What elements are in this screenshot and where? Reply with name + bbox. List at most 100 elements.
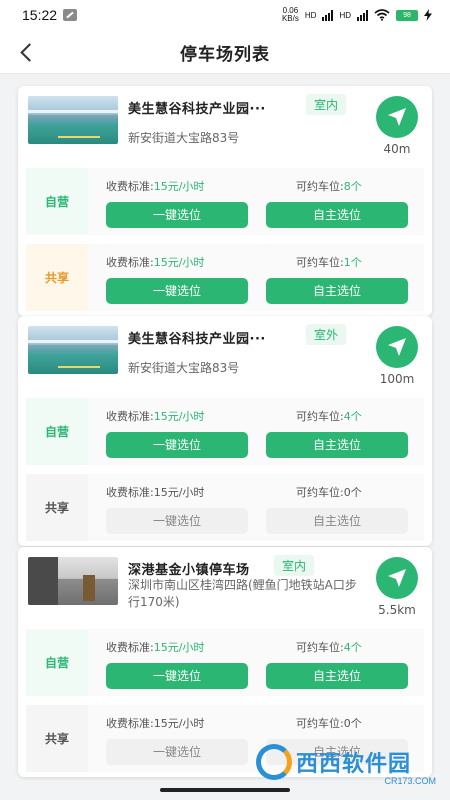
lot-address: 新安街道大宝路83号 <box>128 361 240 375</box>
lot-type-tag: 室外 <box>306 324 347 345</box>
wrench-icon <box>63 9 78 21</box>
availability-value: 0个 <box>343 717 362 730</box>
availability-value: 0个 <box>343 486 362 499</box>
wifi-icon <box>374 9 390 21</box>
lot-distance: 40m <box>383 142 411 156</box>
garage-photo <box>28 326 118 374</box>
fee-text: 收费标准:15元/小时 <box>106 254 204 270</box>
fee-text: 收费标准:15元/小时 <box>106 639 204 655</box>
lot-name: 美生慧谷科技产业园··· <box>128 102 266 117</box>
watermark-text: 西西软件园 <box>296 752 412 777</box>
lot-type-tag: 室内 <box>306 94 347 115</box>
self-operated-row: 自营 收费标准:15元/小时 可约车位:8个 一键选位 自主选位 <box>18 164 432 237</box>
fee-value: 15元/小时 <box>153 486 205 499</box>
row-body: 收费标准:15元/小时 可约车位:1个 一键选位 自主选位 <box>88 244 424 311</box>
network-speed-unit: KB/s <box>281 14 299 23</box>
fee-label: 收费标准: <box>106 717 154 730</box>
manual-select-button[interactable]: 自主选位 <box>266 432 408 458</box>
availability-value: 1个 <box>343 256 362 269</box>
page-title: 停车场列表 <box>180 45 270 65</box>
availability-label: 可约车位: <box>296 180 344 193</box>
availability-text: 可约车位:0个 <box>296 715 362 731</box>
availability-text: 可约车位:1个 <box>296 254 362 270</box>
row-label: 共享 <box>26 474 88 541</box>
manual-select-button[interactable]: 自主选位 <box>266 278 408 304</box>
self-operated-row: 自营 收费标准:15元/小时 可约车位:4个 一键选位 自主选位 <box>18 625 432 698</box>
status-indicators: 0.06 KB/s HD HD 98 <box>282 7 432 23</box>
fee-value: 15元/小时 <box>153 410 205 423</box>
nav-bar: 停车场列表 <box>0 30 450 74</box>
parking-lot-card[interactable]: 美生慧谷科技产业园··· 室外 新安街道大宝路83号 100m 自营 收费标准:… <box>18 316 432 546</box>
row-label: 共享 <box>26 705 88 772</box>
row-body: 收费标准:15元/小时 可约车位:4个 一键选位 自主选位 <box>88 398 424 465</box>
card-header: 深港基金小镇停车场 室内 深圳市南山区桂湾四路(鲤鱼门地铁站A口步行170米) … <box>18 547 432 625</box>
status-bar: 15:22 0.06 KB/s HD HD 98 <box>0 0 450 30</box>
quick-select-button[interactable]: 一键选位 <box>106 739 248 765</box>
signal-icon-2 <box>357 9 368 21</box>
row-body: 收费标准:15元/小时 可约车位:0个 一键选位 自主选位 <box>88 474 424 541</box>
street-photo <box>28 557 118 605</box>
shared-row: 共享 收费标准:15元/小时 可约车位:1个 一键选位 自主选位 <box>18 240 432 313</box>
manual-select-button[interactable]: 自主选位 <box>266 508 408 534</box>
watermark-subtext: CR173.COM <box>384 776 436 786</box>
availability-value: 4个 <box>343 641 362 654</box>
charging-icon <box>424 9 432 21</box>
parking-lot-card[interactable]: 美生慧谷科技产业园··· 室内 新安街道大宝路83号 40m 自营 收费标准:1… <box>18 86 432 316</box>
lot-distance: 5.5km <box>378 603 416 617</box>
fee-value: 15元/小时 <box>153 180 205 193</box>
self-operated-row: 自营 收费标准:15元/小时 可约车位:4个 一键选位 自主选位 <box>18 394 432 467</box>
fee-text: 收费标准:15元/小时 <box>106 715 204 731</box>
status-time: 15:22 <box>22 7 58 23</box>
battery-icon: 98 <box>396 9 418 21</box>
fee-label: 收费标准: <box>106 641 154 654</box>
navigate-icon[interactable] <box>376 326 418 368</box>
lot-type-tag: 室内 <box>274 555 315 576</box>
quick-select-button[interactable]: 一键选位 <box>106 278 248 304</box>
lot-address: 深圳市南山区桂湾四路(鲤鱼门地铁站A口步行170米) <box>128 578 357 609</box>
watermark-logo-icon <box>256 744 292 780</box>
shared-row: 共享 收费标准:15元/小时 可约车位:0个 一键选位 自主选位 <box>18 470 432 543</box>
fee-label: 收费标准: <box>106 256 154 269</box>
availability-value: 8个 <box>343 180 362 193</box>
fee-text: 收费标准:15元/小时 <box>106 408 204 424</box>
availability-label: 可约车位: <box>296 641 344 654</box>
availability-label: 可约车位: <box>296 410 344 423</box>
manual-select-button[interactable]: 自主选位 <box>266 663 408 689</box>
lot-address: 新安街道大宝路83号 <box>128 131 240 145</box>
quick-select-button[interactable]: 一键选位 <box>106 432 248 458</box>
card-header: 美生慧谷科技产业园··· 室内 新安街道大宝路83号 40m <box>18 86 432 164</box>
availability-label: 可约车位: <box>296 486 344 499</box>
watermark: 西西软件园 CR173.COM <box>256 742 442 786</box>
availability-text: 可约车位:4个 <box>296 408 362 424</box>
fee-label: 收费标准: <box>106 410 154 423</box>
lot-name: 深港基金小镇停车场 <box>128 563 250 578</box>
quick-select-button[interactable]: 一键选位 <box>106 663 248 689</box>
availability-text: 可约车位:8个 <box>296 178 362 194</box>
manual-select-button[interactable]: 自主选位 <box>266 202 408 228</box>
row-label: 自营 <box>26 398 88 465</box>
hd-label-2: HD <box>339 10 351 20</box>
navigate-icon[interactable] <box>376 557 418 599</box>
fee-value: 15元/小时 <box>153 641 205 654</box>
quick-select-button[interactable]: 一键选位 <box>106 202 248 228</box>
quick-select-button[interactable]: 一键选位 <box>106 508 248 534</box>
row-label: 共享 <box>26 244 88 311</box>
hd-label-1: HD <box>304 10 317 20</box>
fee-text: 收费标准:15元/小时 <box>106 178 204 194</box>
row-body: 收费标准:15元/小时 可约车位:4个 一键选位 自主选位 <box>88 629 424 696</box>
row-label: 自营 <box>26 629 88 696</box>
fee-text: 收费标准:15元/小时 <box>106 484 204 500</box>
network-speed: 0.06 KB/s <box>282 7 299 23</box>
signal-icon-1 <box>322 9 334 21</box>
availability-label: 可约车位: <box>296 717 344 730</box>
lot-name: 美生慧谷科技产业园··· <box>128 332 266 347</box>
availability-text: 可约车位:4个 <box>296 639 362 655</box>
row-body: 收费标准:15元/小时 可约车位:8个 一键选位 自主选位 <box>88 168 424 235</box>
availability-text: 可约车位:0个 <box>296 484 362 500</box>
home-indicator[interactable] <box>160 788 290 792</box>
fee-label: 收费标准: <box>106 486 154 499</box>
fee-value: 15元/小时 <box>153 256 205 269</box>
navigate-icon[interactable] <box>376 96 418 138</box>
fee-value: 15元/小时 <box>153 717 205 730</box>
fee-label: 收费标准: <box>106 180 154 193</box>
